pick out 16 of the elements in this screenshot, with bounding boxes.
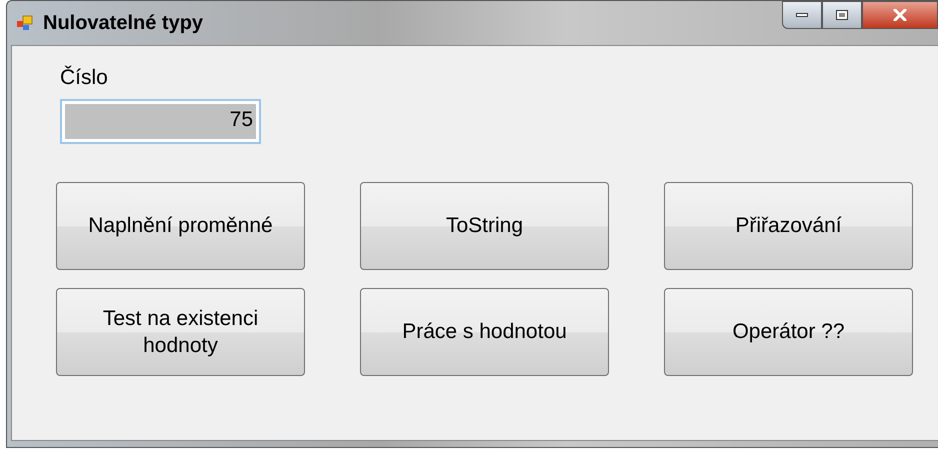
close-icon	[893, 9, 907, 21]
number-field[interactable]: 75	[60, 99, 261, 144]
maximize-icon	[836, 10, 848, 20]
action-button[interactable]: Test na existenci hodnoty	[56, 288, 305, 376]
app-icon	[17, 15, 33, 31]
action-button[interactable]: Naplnění proměnné	[56, 182, 305, 270]
close-button[interactable]	[862, 1, 938, 29]
minimize-icon	[796, 12, 808, 18]
action-button[interactable]: ToString	[360, 182, 609, 270]
maximize-button[interactable]	[822, 1, 862, 29]
field-label: Číslo	[60, 66, 109, 90]
action-button[interactable]: Práce s hodnotou	[360, 288, 609, 376]
action-button[interactable]: Operátor ??	[664, 288, 913, 376]
window-title: Nulovatelné typy	[43, 12, 204, 34]
action-button[interactable]: Přiřazování	[664, 182, 913, 270]
minimize-button[interactable]	[782, 1, 822, 29]
